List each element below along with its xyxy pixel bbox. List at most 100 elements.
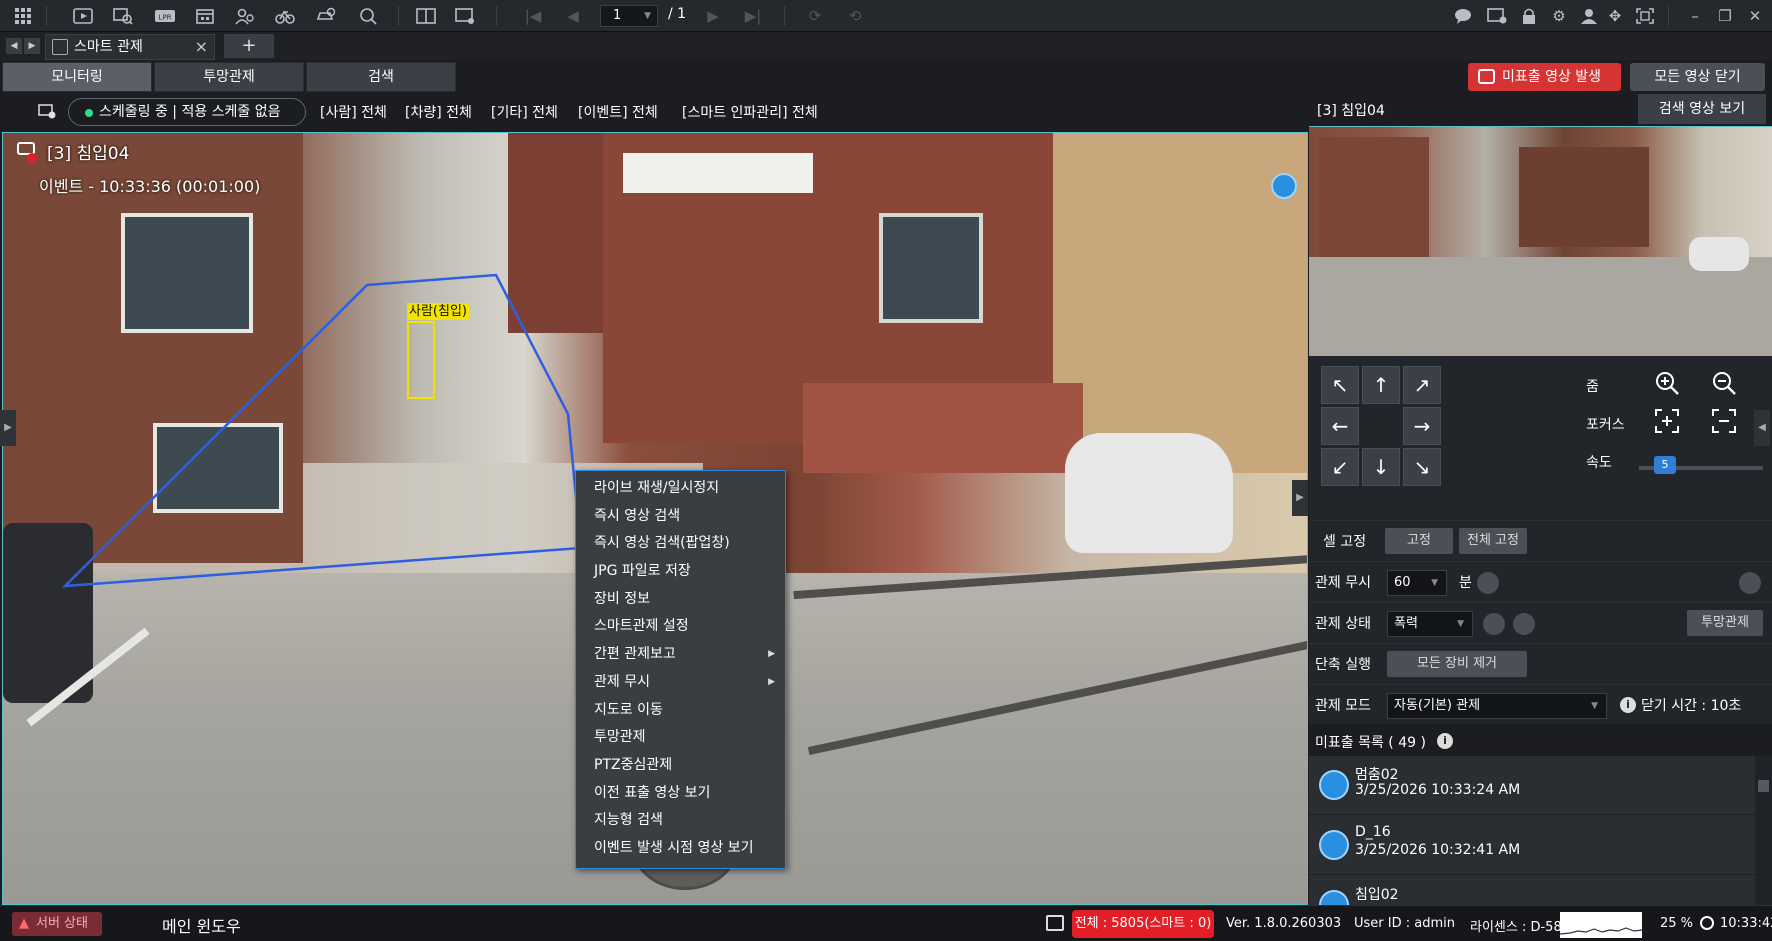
grid-menu-icon[interactable] xyxy=(10,5,36,27)
tab-smart-monitoring[interactable]: 스마트 관제 × xyxy=(45,34,215,60)
menu-smart-monitor-settings[interactable]: 스마트관제 설정 xyxy=(576,613,785,641)
menu-ignore-monitoring[interactable]: 관제 무시 ▶ xyxy=(576,669,785,697)
unexposed-info-icon[interactable]: i xyxy=(1437,733,1453,749)
ptz-left-button[interactable]: ← xyxy=(1321,407,1359,445)
ptz-right-button[interactable]: → xyxy=(1403,407,1441,445)
filter-person[interactable]: [사람] 전체 xyxy=(320,102,387,122)
fix-button[interactable]: 고정 xyxy=(1385,528,1453,554)
menu-ptz-center[interactable]: PTZ중심관제 xyxy=(576,752,785,780)
person-search-icon[interactable] xyxy=(232,5,258,27)
close-all-videos-button[interactable]: 모든 영상 닫기 xyxy=(1630,63,1765,91)
filter-other[interactable]: [기타] 전체 xyxy=(491,102,558,122)
settings-gear-icon[interactable]: ⚙ xyxy=(1546,5,1572,27)
move-icon[interactable]: ✥ xyxy=(1602,5,1628,27)
info-icon[interactable]: i xyxy=(1620,697,1636,713)
ptz-up-button[interactable]: ↑ xyxy=(1362,366,1400,404)
menu-save-jpg[interactable]: JPG 파일로 저장 xyxy=(576,558,785,586)
ai-analysis-icon[interactable] xyxy=(1271,173,1297,199)
layout-icon[interactable] xyxy=(413,5,439,27)
scrollbar-thumb[interactable] xyxy=(1758,780,1769,792)
menu-device-info[interactable]: 장비 정보 xyxy=(576,586,785,614)
unexposed-video-alert-button[interactable]: 미표출 영상 발생 xyxy=(1468,63,1621,91)
playback-icon[interactable] xyxy=(70,5,96,27)
menu-live-play-pause[interactable]: 라이브 재생/일시정지 xyxy=(576,475,785,503)
list-menu-icon[interactable] xyxy=(1739,572,1761,594)
ptz-up-left-button[interactable]: ↖ xyxy=(1321,366,1359,404)
menu-net-monitoring[interactable]: 투망관제 xyxy=(576,724,785,752)
net-monitoring-button[interactable]: 투망관제 xyxy=(1687,610,1763,636)
chat-icon[interactable] xyxy=(1450,5,1476,27)
minimize-icon[interactable]: – xyxy=(1682,5,1708,27)
menu-quick-report[interactable]: 간편 관제보고 ▶ xyxy=(576,641,785,669)
user-icon[interactable] xyxy=(1576,5,1602,27)
zoom-out-icon[interactable] xyxy=(1711,370,1737,396)
vehicle-search-icon[interactable] xyxy=(313,5,339,27)
right-edge-toggle[interactable]: ◀ xyxy=(1754,410,1770,446)
ignore-apply-icon[interactable] xyxy=(1477,572,1499,594)
list-item[interactable]: 침입02 xyxy=(1309,876,1755,905)
fullscreen-icon[interactable] xyxy=(1632,5,1658,27)
menu-event-time-video[interactable]: 이벤트 발생 시점 영상 보기 xyxy=(576,835,785,863)
menu-intelligent-search[interactable]: 지능형 검색 xyxy=(576,807,785,835)
page-number-input[interactable]: 1 ▼ xyxy=(600,5,658,27)
left-panel-toggle[interactable]: ▶ xyxy=(0,410,16,446)
close-window-icon[interactable]: ✕ xyxy=(1742,5,1768,27)
menu-go-to-map[interactable]: 지도로 이동 xyxy=(576,697,785,725)
filter-vehicle[interactable]: [차량] 전체 xyxy=(405,102,472,122)
status-select[interactable]: 폭력 ▼ xyxy=(1387,611,1473,637)
last-page-icon[interactable]: ▶| xyxy=(740,5,766,27)
cell-fix-label: 셀 고정 xyxy=(1323,534,1367,550)
remove-all-devices-button[interactable]: 모든 장비 제거 xyxy=(1387,651,1527,677)
list-scrollbar[interactable] xyxy=(1755,756,1772,905)
next-page-icon[interactable]: ▶ xyxy=(700,5,726,27)
refresh-icon[interactable]: ⟳ xyxy=(802,5,828,27)
ai-search-icon[interactable] xyxy=(355,5,381,27)
ptz-up-right-button[interactable]: ↗ xyxy=(1403,366,1441,404)
tab-scroll-left-icon[interactable]: ◀ xyxy=(6,38,22,54)
monitor-alert-icon[interactable] xyxy=(1484,5,1510,27)
menu-previous-video[interactable]: 이전 표출 영상 보기 xyxy=(576,780,785,808)
mode-select[interactable]: 자동(기본) 관제 ▼ xyxy=(1387,693,1607,719)
bicycle-icon[interactable] xyxy=(272,5,298,27)
tab-search[interactable]: 검색 xyxy=(306,62,456,92)
tab-scroll-right-icon[interactable]: ▶ xyxy=(24,38,40,54)
video-search-icon[interactable] xyxy=(110,5,136,27)
first-page-icon[interactable]: |◀ xyxy=(520,5,546,27)
close-tab-icon[interactable]: × xyxy=(195,35,208,59)
ptz-down-button[interactable]: ↓ xyxy=(1362,448,1400,486)
sync-icon[interactable]: ⟲ xyxy=(842,5,868,27)
status-apply-icon[interactable] xyxy=(1483,613,1505,635)
focus-far-icon[interactable] xyxy=(1711,408,1737,434)
ptz-down-right-button[interactable]: ↘ xyxy=(1403,448,1441,486)
filter-event[interactable]: [이벤트] 전체 xyxy=(578,102,658,122)
main-video-view[interactable]: 사람(침입) [3] 침입04 이벤트 - 10:33:36 (00:01:00… xyxy=(2,132,1308,905)
right-panel-toggle[interactable]: ▶ xyxy=(1292,480,1308,516)
menu-instant-search-popup[interactable]: 즉시 영상 검색(팝업창) xyxy=(576,530,785,558)
tab-net-monitoring[interactable]: 투망관제 xyxy=(154,62,304,92)
layout-settings-icon[interactable] xyxy=(452,5,478,27)
speed-slider-thumb[interactable]: 5 xyxy=(1654,456,1676,474)
zoom-in-icon[interactable] xyxy=(1654,370,1680,396)
preview-video[interactable] xyxy=(1309,126,1772,356)
restore-icon[interactable]: ❐ xyxy=(1712,5,1738,27)
lpr-icon[interactable]: LPR xyxy=(152,5,178,27)
search-video-button[interactable]: 검색 영상 보기 xyxy=(1638,94,1766,124)
ptz-down-left-button[interactable]: ↙ xyxy=(1321,448,1359,486)
server-status-button[interactable]: ▲ 서버 상태 xyxy=(12,912,102,936)
schedule-settings-icon[interactable] xyxy=(34,100,60,122)
ignore-minutes-select[interactable]: 60 ▼ xyxy=(1387,570,1447,596)
filter-smart-crowd[interactable]: [스마트 인파관리] 전체 xyxy=(682,102,818,122)
status-report-icon[interactable] xyxy=(1513,613,1535,635)
focus-near-icon[interactable] xyxy=(1654,408,1680,434)
prev-page-icon[interactable]: ◀ xyxy=(560,5,586,27)
right-panel: [3] 침입04 검색 영상 보기 ↖ ↑ ↗ ← → ↙ ↓ ↘ 줌 포커스 … xyxy=(1309,92,1772,905)
fix-all-button[interactable]: 전체 고정 xyxy=(1459,528,1527,554)
menu-instant-search[interactable]: 즉시 영상 검색 xyxy=(576,503,785,531)
calendar-icon[interactable] xyxy=(192,5,218,27)
tab-monitoring[interactable]: 모니터링 xyxy=(2,62,152,92)
add-tab-button[interactable]: + xyxy=(224,34,274,58)
schedule-status-pill[interactable]: 스케줄링 중 | 적용 스케줄 없음 xyxy=(68,98,306,126)
list-item[interactable]: 멈춤02 3/25/2026 10:33:24 AM xyxy=(1309,756,1755,815)
list-item[interactable]: D_16 3/25/2026 10:32:41 AM xyxy=(1309,816,1755,875)
lock-icon[interactable] xyxy=(1516,5,1542,27)
